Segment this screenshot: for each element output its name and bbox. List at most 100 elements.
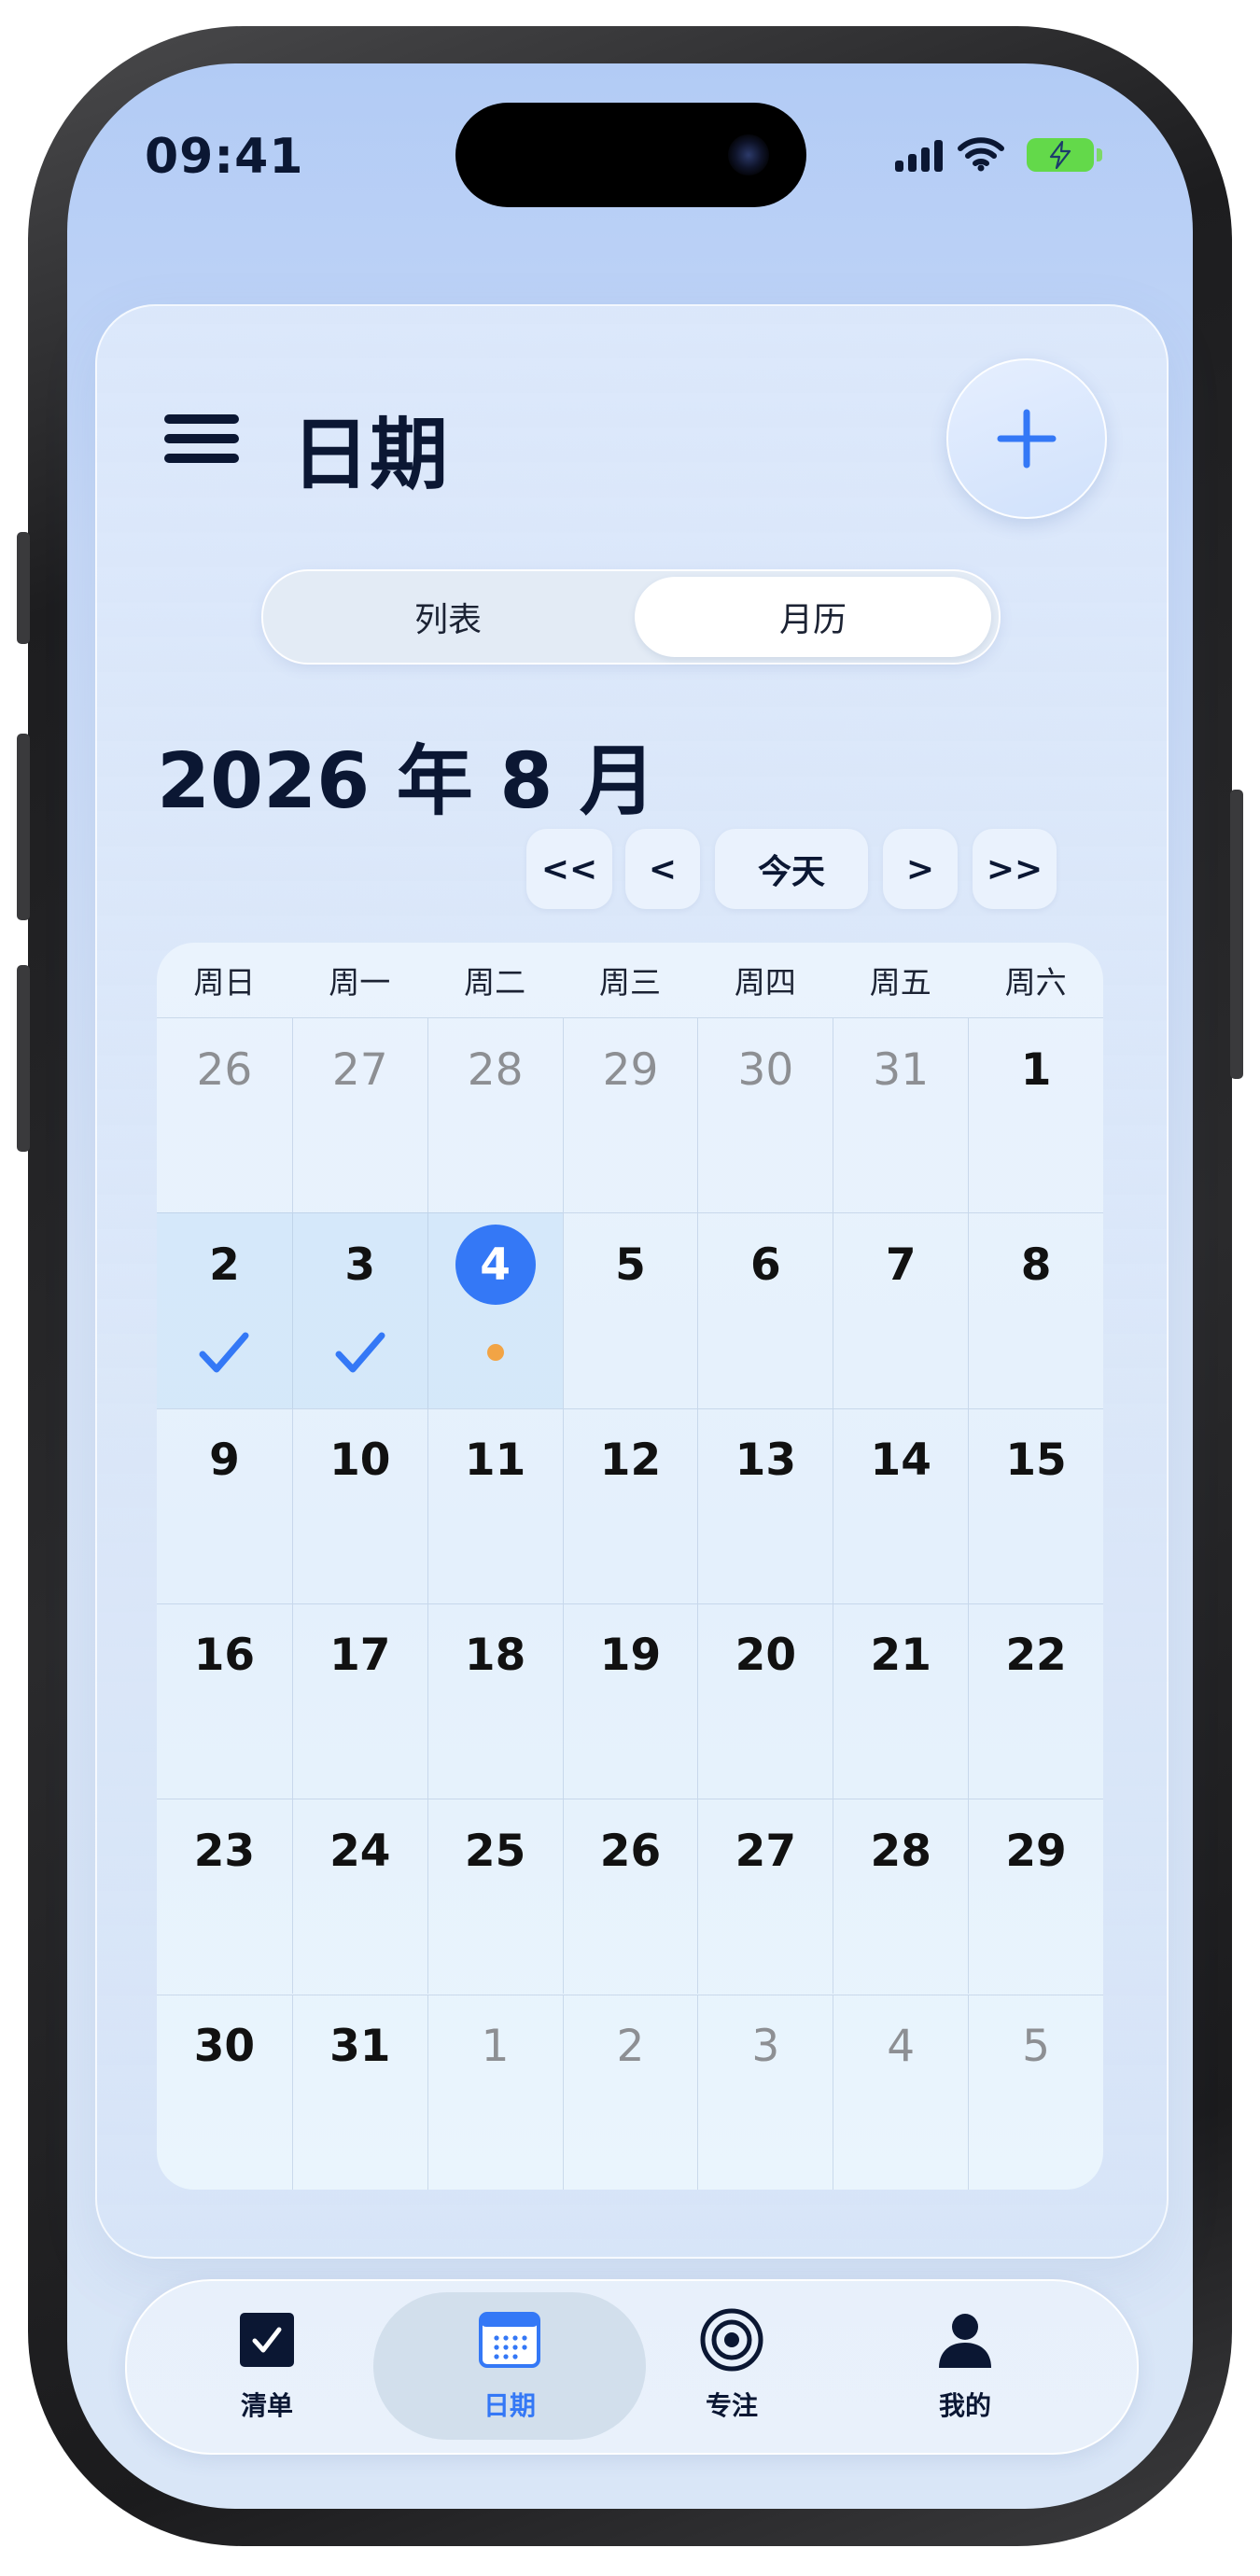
calendar-day[interactable]: 31: [833, 1017, 969, 1213]
completed-check-icon: [199, 1332, 249, 1373]
battery-icon: [1027, 138, 1102, 172]
calendar-day[interactable]: 27: [697, 1799, 833, 1995]
tab-focus[interactable]: 专注: [638, 2305, 825, 2436]
calendar-day[interactable]: 20: [697, 1603, 833, 1799]
calendar-day[interactable]: 30: [157, 1994, 292, 2190]
checkbox-icon: [240, 2313, 294, 2367]
calendar-day[interactable]: 17: [291, 1603, 427, 1799]
day-number: 28: [870, 1825, 931, 1877]
day-number: 29: [1005, 1825, 1067, 1877]
day-number: 24: [329, 1825, 391, 1877]
volume-up-button: [17, 734, 30, 920]
day-number: 13: [735, 1435, 797, 1487]
calendar-day[interactable]: 31: [291, 1994, 427, 2190]
tab-me[interactable]: 我的: [872, 2305, 1058, 2436]
next-month-button[interactable]: >: [883, 829, 958, 909]
day-number: 31: [873, 1043, 930, 1096]
day-number: 27: [735, 1825, 797, 1877]
calendar-day-today[interactable]: 4: [427, 1212, 563, 1408]
day-number: 27: [331, 1043, 388, 1096]
calendar-day[interactable]: 1: [968, 1017, 1103, 1213]
calendar-day[interactable]: 16: [157, 1603, 292, 1799]
calendar-day[interactable]: 9: [157, 1407, 292, 1603]
status-icons: [895, 136, 1102, 172]
day-number: 10: [329, 1435, 391, 1487]
calendar-day[interactable]: 5: [562, 1212, 698, 1408]
event-dot: [486, 1344, 504, 1362]
prev-year-button[interactable]: <<: [526, 829, 612, 909]
weekday-label: 周日: [193, 964, 256, 1001]
calendar-day[interactable]: 29: [562, 1017, 698, 1213]
day-number: 29: [602, 1043, 659, 1096]
day-number: 28: [467, 1043, 524, 1096]
calendar-day[interactable]: 2: [157, 1212, 292, 1408]
calendar-day[interactable]: 29: [968, 1799, 1103, 1995]
calendar-day[interactable]: 12: [562, 1407, 698, 1603]
calendar-day[interactable]: 3: [697, 1994, 833, 2190]
day-number: 21: [870, 1630, 931, 1682]
prev-month-button[interactable]: <: [625, 829, 700, 909]
day-number: 19: [599, 1630, 662, 1682]
wifi-icon: [958, 137, 1004, 172]
power-button: [1230, 790, 1243, 1079]
volume-down-button: [17, 965, 30, 1152]
person-icon: [939, 2314, 991, 2368]
calendar-day[interactable]: 13: [697, 1407, 833, 1603]
calendar-day[interactable]: 30: [697, 1017, 833, 1213]
day-number: 3: [751, 2021, 780, 2072]
day-number: 25: [464, 1825, 526, 1877]
next-year-button[interactable]: >>: [973, 829, 1057, 909]
plus-icon: [997, 409, 1057, 469]
calendar-day[interactable]: 22: [968, 1603, 1103, 1799]
calendar-day[interactable]: 5: [968, 1994, 1103, 2190]
day-number: 23: [193, 1825, 256, 1877]
calendar-day[interactable]: 26: [562, 1799, 698, 1995]
view-option-list[interactable]: 列表: [271, 577, 625, 657]
dynamic-island: [455, 103, 806, 207]
calendar-day[interactable]: 15: [968, 1407, 1103, 1603]
calendar-day[interactable]: 8: [968, 1212, 1103, 1408]
calendar-day[interactable]: 2: [562, 1994, 698, 2190]
day-number: 17: [329, 1630, 391, 1682]
day-number: 4: [887, 2021, 916, 2072]
tab-date[interactable]: 日期: [416, 2305, 603, 2436]
calendar-day[interactable]: 14: [833, 1407, 969, 1603]
view-switch: 列表 月历: [261, 569, 1001, 665]
month-title: 2026 年 8 月: [157, 737, 656, 826]
menu-icon[interactable]: [164, 414, 239, 463]
calendar-day[interactable]: 19: [562, 1603, 698, 1799]
weekday-label: 周一: [329, 964, 391, 1001]
calendar-day[interactable]: 21: [833, 1603, 969, 1799]
target-icon: [700, 2308, 763, 2372]
add-button[interactable]: [946, 358, 1107, 519]
calendar-day[interactable]: 10: [291, 1407, 427, 1603]
day-number: 26: [599, 1825, 662, 1877]
tab-list[interactable]: 清单: [174, 2305, 360, 2436]
calendar-day[interactable]: 25: [427, 1799, 563, 1995]
calendar-day[interactable]: 7: [833, 1212, 969, 1408]
calendar-day[interactable]: 11: [427, 1407, 563, 1603]
day-number: 3: [344, 1239, 376, 1291]
view-option-calendar[interactable]: 月历: [635, 577, 991, 657]
day-number: 15: [1005, 1435, 1067, 1487]
calendar-day[interactable]: 23: [157, 1799, 292, 1994]
calendar-day[interactable]: 3: [291, 1212, 427, 1408]
calendar-day[interactable]: 4: [833, 1994, 969, 2190]
calendar-day[interactable]: 1: [427, 1994, 563, 2190]
calendar-day[interactable]: 28: [833, 1799, 969, 1995]
page-title: 日期: [291, 409, 449, 500]
calendar-day[interactable]: 24: [291, 1799, 427, 1995]
calendar-day[interactable]: 27: [291, 1017, 427, 1213]
tab-date-label: 日期: [483, 2390, 536, 2421]
day-number: 1: [481, 2021, 510, 2072]
calendar-day[interactable]: 18: [427, 1603, 563, 1799]
day-number: 12: [599, 1435, 662, 1487]
day-number: 2: [209, 1239, 240, 1291]
calendar-grid: 周日 周一 周二 周三 周四 周五 周六 26 27 28 29 30 31 1 2 3 4 5 6 7 8 9 10 11…: [157, 943, 1103, 2190]
calendar-day[interactable]: 6: [697, 1212, 833, 1408]
calendar-day[interactable]: 26: [157, 1017, 292, 1212]
tab-list-label: 清单: [240, 2390, 293, 2421]
calendar-day[interactable]: 28: [427, 1017, 563, 1213]
day-number: 18: [464, 1630, 526, 1682]
today-button[interactable]: 今天: [715, 829, 868, 909]
